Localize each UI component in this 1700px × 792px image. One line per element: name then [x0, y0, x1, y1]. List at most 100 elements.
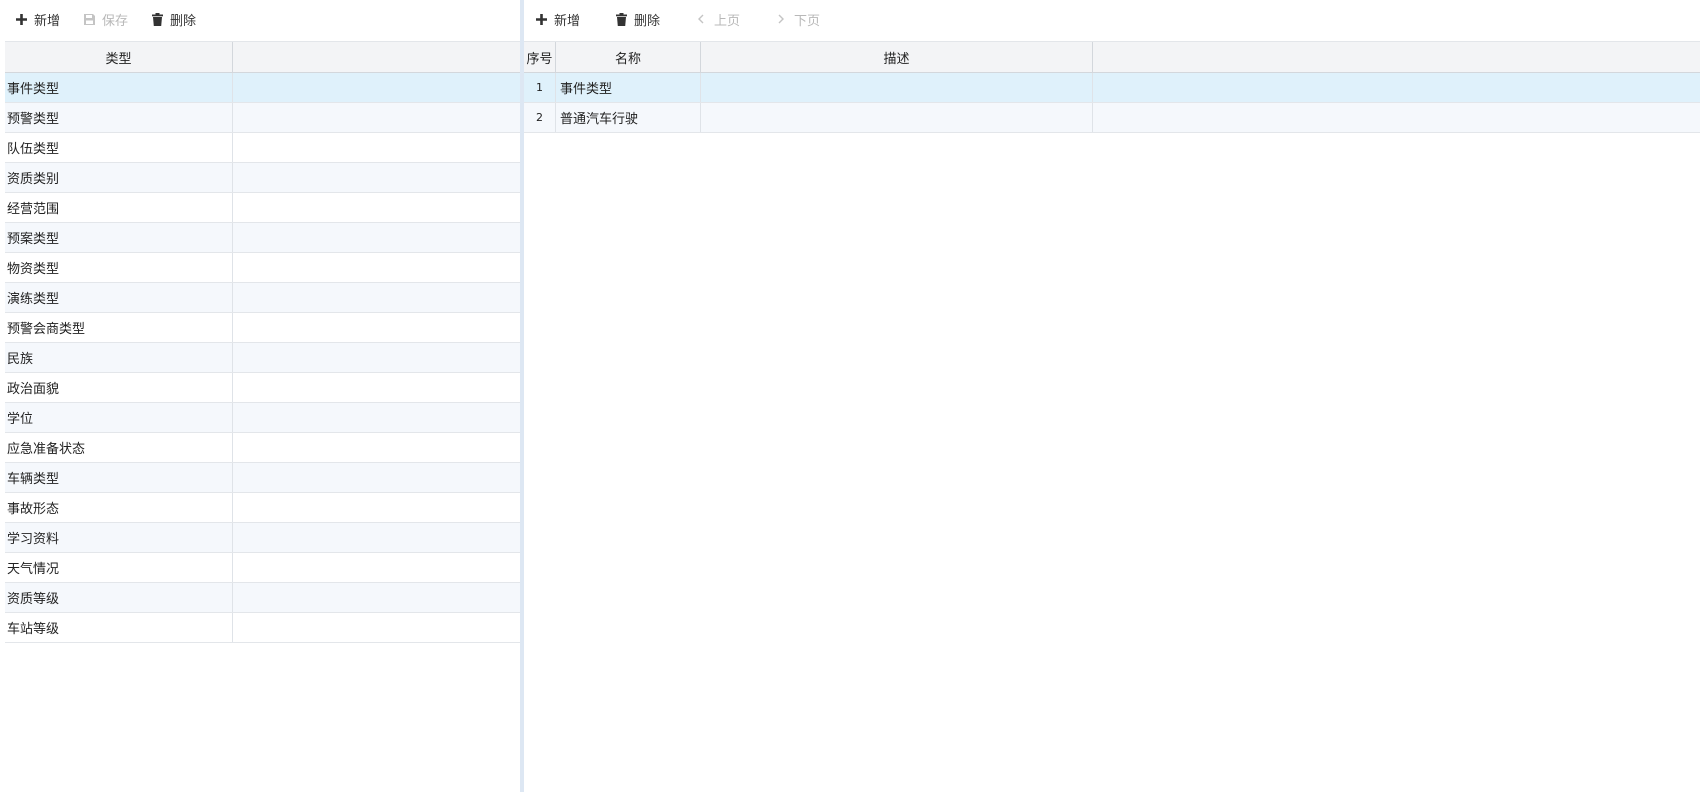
empty-cell [233, 103, 520, 132]
item-grid-header: 序号 名称 描述 [524, 41, 1700, 73]
column-header-name[interactable]: 名称 [556, 42, 701, 72]
type-cell[interactable]: 学位 [5, 403, 233, 432]
description-cell[interactable] [701, 73, 1093, 102]
column-header-description[interactable]: 描述 [701, 42, 1093, 72]
table-row[interactable]: 资质等级 [5, 583, 520, 613]
right-toolbar: 新增 删除 上页 下页 [524, 0, 1700, 38]
empty-cell [233, 373, 520, 402]
column-header-index[interactable]: 序号 [524, 42, 556, 72]
left-toolbar: 新增 保存 删除 [0, 0, 520, 38]
empty-cell [1093, 73, 1700, 102]
trash-icon [614, 12, 628, 26]
empty-cell [233, 283, 520, 312]
table-row[interactable]: 事件类型 [5, 73, 520, 103]
table-row[interactable]: 资质类别 [5, 163, 520, 193]
plus-icon [14, 12, 28, 26]
type-cell[interactable]: 学习资料 [5, 523, 233, 552]
table-row[interactable]: 事故形态 [5, 493, 520, 523]
right-add-button[interactable]: 新增 [534, 7, 580, 31]
chevron-right-icon [774, 12, 788, 26]
empty-cell [233, 613, 520, 642]
index-cell[interactable]: 1 [524, 73, 556, 102]
table-row[interactable]: 2 普通汽车行驶 [524, 103, 1700, 133]
type-cell[interactable]: 演练类型 [5, 283, 233, 312]
column-header-empty [1093, 42, 1700, 72]
type-grid: 类型 事件类型 预警类型 队伍类型 资质类别 经营范围 预案类型 物资类型 演练类型 预警会商类… [5, 41, 520, 643]
empty-cell [233, 73, 520, 102]
type-cell[interactable]: 天气情况 [5, 553, 233, 582]
item-grid: 序号 名称 描述 1 事件类型 2 普通汽车行驶 [524, 41, 1700, 133]
type-cell[interactable]: 预案类型 [5, 223, 233, 252]
empty-cell [233, 463, 520, 492]
prev-page-button[interactable]: 上页 [694, 7, 740, 31]
table-row[interactable]: 民族 [5, 343, 520, 373]
type-cell[interactable]: 经营范围 [5, 193, 233, 222]
table-row[interactable]: 政治面貌 [5, 373, 520, 403]
description-cell[interactable] [701, 103, 1093, 132]
table-row[interactable]: 学习资料 [5, 523, 520, 553]
type-cell[interactable]: 物资类型 [5, 253, 233, 282]
right-delete-label: 删除 [634, 13, 661, 29]
table-row[interactable]: 应急准备状态 [5, 433, 520, 463]
table-row[interactable]: 预案类型 [5, 223, 520, 253]
type-grid-body: 事件类型 预警类型 队伍类型 资质类别 经营范围 预案类型 物资类型 演练类型 预警会商类型 民族… [5, 73, 520, 643]
type-cell[interactable]: 预警类型 [5, 103, 233, 132]
table-row[interactable]: 队伍类型 [5, 133, 520, 163]
next-page-label: 下页 [794, 13, 821, 29]
left-save-label: 保存 [102, 13, 129, 29]
empty-cell [233, 313, 520, 342]
type-panel: 新增 保存 删除 类型 事件类型 预警类型 队伍类型 资质类别 经营范围 预案类型 物资类型… [0, 0, 520, 792]
type-cell[interactable]: 车站等级 [5, 613, 233, 642]
type-cell[interactable]: 车辆类型 [5, 463, 233, 492]
type-cell[interactable]: 资质等级 [5, 583, 233, 612]
chevron-left-icon [694, 12, 708, 26]
type-cell[interactable]: 事故形态 [5, 493, 233, 522]
empty-cell [1093, 103, 1700, 132]
trash-icon [150, 12, 164, 26]
type-cell[interactable]: 队伍类型 [5, 133, 233, 162]
table-row[interactable]: 学位 [5, 403, 520, 433]
save-icon [82, 12, 96, 26]
index-cell[interactable]: 2 [524, 103, 556, 132]
empty-cell [233, 343, 520, 372]
next-page-button[interactable]: 下页 [774, 7, 820, 31]
left-delete-button[interactable]: 删除 [150, 7, 196, 31]
table-row[interactable]: 车辆类型 [5, 463, 520, 493]
column-header-type[interactable]: 类型 [5, 42, 233, 72]
empty-cell [233, 253, 520, 282]
table-row[interactable]: 经营范围 [5, 193, 520, 223]
plus-icon [534, 12, 548, 26]
left-save-button[interactable]: 保存 [82, 7, 128, 31]
type-cell[interactable]: 事件类型 [5, 73, 233, 102]
type-cell[interactable]: 资质类别 [5, 163, 233, 192]
table-row[interactable]: 演练类型 [5, 283, 520, 313]
table-row[interactable]: 预警会商类型 [5, 313, 520, 343]
column-header-empty [233, 42, 520, 72]
empty-cell [233, 133, 520, 162]
empty-cell [233, 193, 520, 222]
empty-cell [233, 223, 520, 252]
table-row[interactable]: 物资类型 [5, 253, 520, 283]
name-cell[interactable]: 普通汽车行驶 [556, 103, 701, 132]
empty-cell [233, 493, 520, 522]
empty-cell [233, 403, 520, 432]
name-cell[interactable]: 事件类型 [556, 73, 701, 102]
type-cell[interactable]: 应急准备状态 [5, 433, 233, 462]
app-root: 新增 保存 删除 类型 事件类型 预警类型 队伍类型 资质类别 经营范围 预案类型 物资类型… [0, 0, 1700, 792]
left-add-label: 新增 [34, 13, 61, 29]
right-add-label: 新增 [554, 13, 581, 29]
table-row[interactable]: 天气情况 [5, 553, 520, 583]
empty-cell [233, 583, 520, 612]
empty-cell [233, 553, 520, 582]
type-cell[interactable]: 预警会商类型 [5, 313, 233, 342]
empty-cell [233, 433, 520, 462]
table-row[interactable]: 预警类型 [5, 103, 520, 133]
table-row[interactable]: 车站等级 [5, 613, 520, 643]
type-cell[interactable]: 民族 [5, 343, 233, 372]
right-delete-button[interactable]: 删除 [614, 7, 660, 31]
item-panel: 新增 删除 上页 下页 序号 名称 描述 1 事件类型 2 普通汽车行驶 [524, 0, 1700, 792]
table-row[interactable]: 1 事件类型 [524, 73, 1700, 103]
type-cell[interactable]: 政治面貌 [5, 373, 233, 402]
empty-cell [233, 523, 520, 552]
left-add-button[interactable]: 新增 [14, 7, 60, 31]
